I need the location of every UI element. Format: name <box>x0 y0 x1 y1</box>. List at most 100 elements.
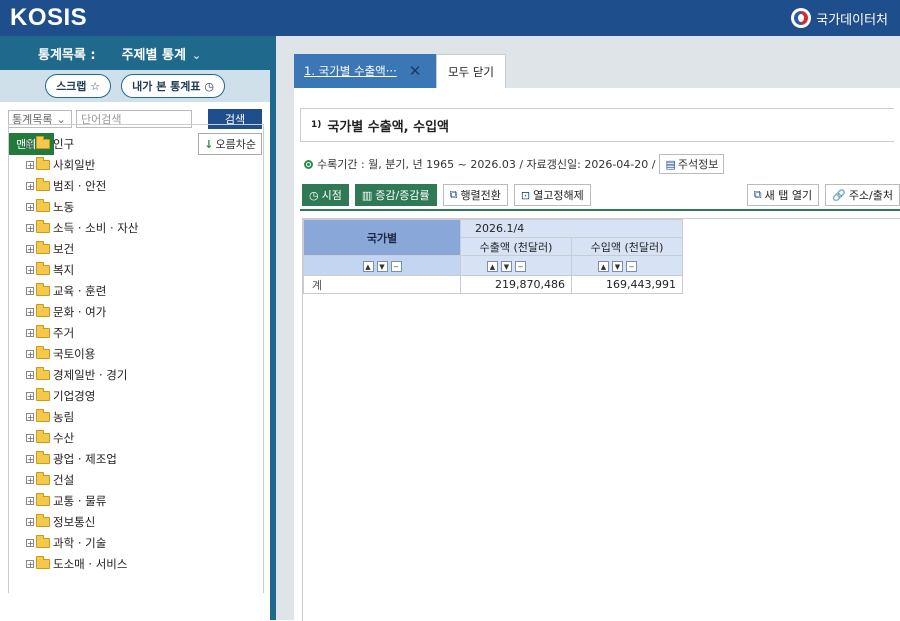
expand-icon[interactable]: + <box>26 370 34 379</box>
expand-icon[interactable]: + <box>26 181 34 190</box>
period-text: 수록기간 : 월, 분기, 년 1965 ~ 2026.03 / 자료갱신일: … <box>317 158 656 171</box>
minus-icon[interactable]: − <box>626 261 637 272</box>
table-title: 1) 국가별 수출액, 수입액 <box>300 108 894 142</box>
expand-icon[interactable]: + <box>26 328 34 337</box>
close-icon[interactable]: ✕ <box>409 62 422 80</box>
recently-viewed-button[interactable]: 내가 본 통계표 ◷ <box>121 74 225 98</box>
tree-item[interactable]: + 경제일반 · 경기 <box>9 364 263 385</box>
tree-item-label: 인구 <box>53 136 75 151</box>
tree-item-label: 과학 · 기술 <box>53 535 107 550</box>
tree-item-label: 범죄 · 안전 <box>53 178 107 193</box>
row-header-controls: ▲ ▼ − <box>303 255 461 276</box>
quick-buttons: 스크랩 ☆ 내가 본 통계표 ◷ <box>0 70 270 102</box>
stat-list-value: 주제별 통계 ⌄ <box>121 47 202 63</box>
folder-icon <box>36 261 50 275</box>
period-header[interactable]: 2026.1/4 <box>460 219 683 238</box>
folder-icon <box>36 513 50 527</box>
expand-icon[interactable]: + <box>26 433 34 442</box>
chart-icon: ▥ <box>361 188 373 202</box>
kosis-logo[interactable]: KOSIS <box>10 4 87 32</box>
category-tree: + 인구 + 사회일반 + 범죄 · 안전 + 노동 + 소득 · 소비 · 자산 + 보건 + 복지 + 교… <box>8 124 264 593</box>
tree-item[interactable]: + 사회일반 <box>9 154 263 175</box>
expand-icon[interactable]: + <box>26 517 34 526</box>
chevron-down-icon[interactable]: ▼ <box>376 261 388 272</box>
tree-item[interactable]: + 도소매 · 서비스 <box>9 553 263 574</box>
minus-icon[interactable]: − <box>390 261 402 272</box>
data-table: 국가별 2026.1/4 수출액 (천달러) 수입액 (천달러) ▲ ▼ − ▲ ▼ −… <box>303 219 683 294</box>
pivot-button[interactable]: ⧉ 행렬전환 <box>442 184 508 206</box>
expand-icon[interactable]: + <box>26 538 34 547</box>
tab-export-import[interactable]: 1. 국가별 수출액··· ✕ <box>294 54 436 88</box>
expand-icon[interactable]: + <box>26 265 34 274</box>
expand-icon[interactable]: + <box>26 139 34 148</box>
expand-icon[interactable]: + <box>26 412 34 421</box>
agency-name: 국가데이터처 <box>816 12 888 28</box>
chevron-up-icon[interactable]: ▲ <box>487 261 498 272</box>
folder-icon <box>36 366 50 380</box>
scrap-button[interactable]: 스크랩 ☆ <box>45 74 112 98</box>
agency-logo[interactable]: 국가데이터처 <box>791 8 888 28</box>
close-all-tabs-button[interactable]: 모두 닫기 <box>436 54 506 88</box>
expand-icon[interactable]: + <box>26 391 34 400</box>
folder-icon <box>36 282 50 296</box>
expand-icon[interactable]: + <box>26 349 34 358</box>
tree-item-label: 사회일반 <box>53 157 96 172</box>
tree-item[interactable]: + 주거 <box>9 322 263 343</box>
chevron-down-icon[interactable]: ⌄ <box>192 49 201 62</box>
stat-list-header[interactable]: 통계목록 : 주제별 통계 ⌄ <box>0 36 270 70</box>
chevron-down-icon[interactable]: ▼ <box>612 261 623 272</box>
time-button[interactable]: ◷ 시점 <box>302 184 349 206</box>
unfix-columns-button[interactable]: ⊡ 열고정해제 <box>513 184 591 206</box>
tree-item[interactable]: + 노동 <box>9 196 263 217</box>
expand-icon[interactable]: + <box>26 475 34 484</box>
tree-item-label: 소득 · 소비 · 자산 <box>53 220 139 235</box>
tab-bar: 1. 국가별 수출액··· ✕ 모두 닫기 <box>294 54 506 88</box>
table-title-text: 국가별 수출액, 수입액 <box>327 119 450 135</box>
tree-item[interactable]: + 복지 <box>9 259 263 280</box>
new-tab-button[interactable]: ⧉ 새 탭 열기 <box>746 184 820 206</box>
tree-item[interactable]: + 소득 · 소비 · 자산 <box>9 217 263 238</box>
expand-icon[interactable]: + <box>26 160 34 169</box>
tree-item[interactable]: + 과학 · 기술 <box>9 532 263 553</box>
folder-icon <box>36 408 50 422</box>
change-rate-button[interactable]: ▥ 증감/증감률 <box>354 184 437 206</box>
expand-icon[interactable]: + <box>26 454 34 463</box>
expand-icon[interactable]: + <box>26 202 34 211</box>
tree-item[interactable]: + 건설 <box>9 469 263 490</box>
tree-item[interactable]: + 농림 <box>9 406 263 427</box>
expand-icon[interactable]: + <box>26 559 34 568</box>
export-header[interactable]: 수출액 (천달러) <box>460 237 572 256</box>
tree-item[interactable]: + 기업경영 <box>9 385 263 406</box>
tree-item[interactable]: + 광업 · 제조업 <box>9 448 263 469</box>
row-header[interactable]: 국가별 <box>303 219 461 256</box>
table-row[interactable]: 계 219,870,486 169,443,991 <box>303 275 683 294</box>
expand-icon[interactable]: + <box>26 286 34 295</box>
tree-item[interactable]: + 정보통신 <box>9 511 263 532</box>
content-panel: 1) 국가별 수출액, 수입액 수록기간 : 월, 분기, 년 1965 ~ 2… <box>294 88 900 621</box>
tree-item[interactable]: + 수산 <box>9 427 263 448</box>
minus-icon[interactable]: − <box>515 261 526 272</box>
expand-icon[interactable]: + <box>26 496 34 505</box>
chevron-down-icon[interactable]: ▼ <box>501 261 512 272</box>
tree-item-label: 교통 · 물류 <box>53 493 107 508</box>
expand-icon[interactable]: + <box>26 244 34 253</box>
import-header[interactable]: 수입액 (천달러) <box>571 237 683 256</box>
chevron-up-icon[interactable]: ▲ <box>598 261 609 272</box>
tree-item[interactable]: + 보건 <box>9 238 263 259</box>
tree-item[interactable]: + 범죄 · 안전 <box>9 175 263 196</box>
link-icon: 🔗 <box>832 188 846 202</box>
tree-item[interactable]: + 교육 · 훈련 <box>9 280 263 301</box>
top-bar: KOSIS 국가데이터처 <box>0 0 900 36</box>
folder-icon <box>36 219 50 233</box>
tree-item[interactable]: + 교통 · 물류 <box>9 490 263 511</box>
tree-item[interactable]: + 인구 <box>9 133 263 154</box>
agency-emblem-icon <box>791 8 812 28</box>
table-toolbar: ◷ 시점 ▥ 증감/증감률 ⧉ 행렬전환 ⊡ 열고정해제 ⧉ 새 탭 열기 🔗 주소/출처 <box>302 184 900 206</box>
tree-item[interactable]: + 문화 · 여가 <box>9 301 263 322</box>
chevron-up-icon[interactable]: ▲ <box>362 261 374 272</box>
tree-item[interactable]: + 국토이용 <box>9 343 263 364</box>
notes-button[interactable]: ▤ 주석정보 <box>659 154 725 174</box>
address-source-button[interactable]: 🔗 주소/출처 <box>825 184 900 206</box>
expand-icon[interactable]: + <box>26 307 34 316</box>
expand-icon[interactable]: + <box>26 223 34 232</box>
